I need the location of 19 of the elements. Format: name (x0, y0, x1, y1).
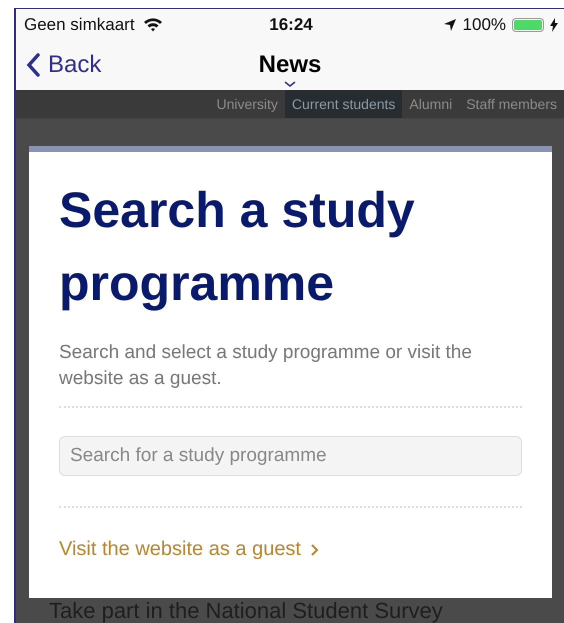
audience-tab[interactable]: Staff members (459, 90, 564, 118)
wifi-icon (142, 17, 163, 32)
audience-tab[interactable]: Current students (284, 90, 402, 118)
carrier-label: Geen simkaart (24, 14, 135, 35)
time-label: 16:24 (269, 14, 313, 35)
search-field[interactable]: Search for a study programme (59, 436, 522, 476)
battery-icon (512, 18, 544, 32)
chevron-down-icon[interactable] (284, 81, 296, 88)
battery-percentage: 100% (462, 14, 506, 35)
audience-tab[interactable]: University (209, 90, 285, 118)
dialog-title: Search a study programme (59, 181, 416, 313)
dialog-description: Search and select a study programme or visit the website as a guest. (59, 341, 473, 391)
chevron-left-icon (26, 53, 40, 78)
location-arrow-icon (442, 18, 457, 32)
audience-tab[interactable]: Alumni (402, 90, 460, 118)
guest-link[interactable]: Visit the website as a guest (59, 538, 319, 561)
chevron-right-icon (311, 544, 319, 556)
page-title: News (258, 51, 322, 80)
back-button[interactable]: Back (16, 50, 108, 80)
